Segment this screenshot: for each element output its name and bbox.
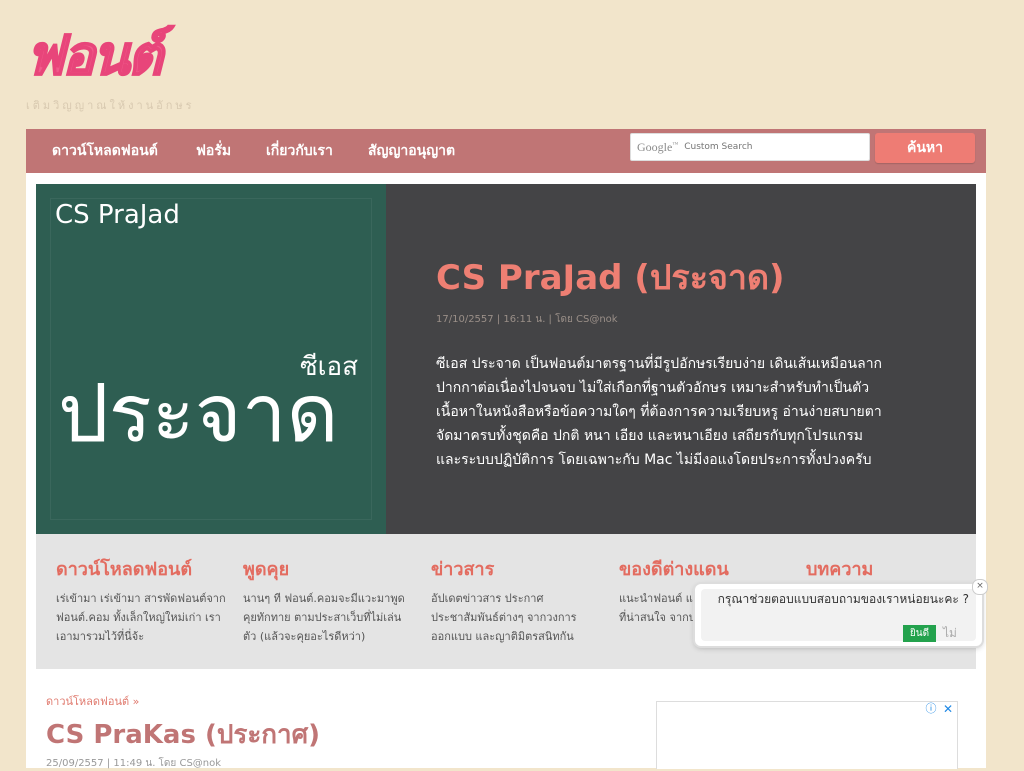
nav-download-fonts[interactable]: ดาวน์โหลดฟอนต์ [52, 129, 158, 173]
feature-download[interactable]: ดาวน์โหลดฟอนต์ เร่เข้ามา เร่เข้ามา สารพั… [56, 554, 226, 646]
feature-news[interactable]: ข่าวสาร อัปเดตข่าวสาร ประกาศประชาสัมพันธ… [431, 554, 601, 646]
feature-title[interactable]: ข่าวสาร [431, 554, 601, 583]
feature-text: อัปเดตข่าวสาร ประกาศประชาสัมพันธ์ต่างๆ จ… [431, 592, 577, 643]
close-icon[interactable]: × [972, 579, 988, 595]
featured-description: ซีเอส ประจาด เป็นฟอนต์มาตรฐานที่มีรูปอัก… [436, 356, 883, 468]
featured-slider[interactable]: CS PraJad ซีเอส ประจาด CS PraJad (ประจาด… [36, 184, 976, 534]
close-icon[interactable]: ✕ [940, 702, 956, 716]
post-title[interactable]: CS PraKas (ประกาศ) [46, 714, 320, 755]
nav-license[interactable]: สัญญาอนุญาต [368, 129, 455, 173]
featured-meta: 17/10/2557 | 16:11 น. | โดย CS@nok [436, 314, 618, 325]
image-font-thai-big: ประจาด [58, 367, 339, 460]
main-content: CS PraJad ซีเอส ประจาด CS PraJad (ประจาด… [26, 173, 986, 769]
post-meta: 25/09/2557 | 11:49 น. โดย CS@nok [46, 758, 222, 769]
feature-title[interactable]: พูดคุย [243, 554, 413, 583]
nav-forum[interactable]: ฟอรั่ม [196, 129, 231, 173]
logo-tagline: เติมวิญญาณให้งานอักษร [26, 99, 195, 112]
feature-text: เร่เข้ามา เร่เข้ามา สารพัดฟอนต์จากฟอนต์.… [56, 592, 226, 643]
main-navbar: ดาวน์โหลดฟอนต์ ฟอรั่ม เกี่ยวกับเรา สัญญา… [26, 129, 986, 173]
google-logo: Google™ [637, 139, 679, 154]
featured-font-image[interactable]: CS PraJad ซีเอส ประจาด [36, 184, 386, 534]
site-logo[interactable]: ฟอนต์ เติมวิญญาณให้งานอักษร [25, 23, 246, 114]
google-brand-text: Google [637, 139, 673, 154]
breadcrumb[interactable]: ดาวน์โหลดฟอนต์ » [46, 692, 139, 710]
nav-about-us[interactable]: เกี่ยวกับเรา [266, 129, 333, 173]
feature-title[interactable]: ดาวน์โหลดฟอนต์ [56, 554, 226, 583]
search-input[interactable] [682, 141, 857, 153]
image-font-name: CS PraJad [55, 200, 180, 230]
survey-yes-button[interactable]: ยินดี [903, 625, 936, 642]
survey-no-button[interactable]: ไม่ [943, 625, 963, 642]
logo-text: ฟอนต์ [25, 23, 164, 88]
ad-banner[interactable]: ⓘ ✕ [656, 701, 958, 769]
survey-popup: กรุณาช่วยตอบแบบสอบถามของเราหน่อยนะคะ ? ย… [695, 579, 988, 646]
survey-question: กรุณาช่วยตอบแบบสอบถามของเราหน่อยนะคะ ? [717, 592, 969, 606]
search-box[interactable]: Google™ [630, 133, 870, 161]
feature-title[interactable]: บทความ [806, 554, 976, 583]
feature-text: นานๆ ที ฟอนต์.คอมจะมีแวะมาพูดคุยทักทาย ต… [243, 592, 405, 643]
info-icon[interactable]: ⓘ [923, 702, 939, 716]
search-button[interactable]: ค้นหา [875, 133, 975, 163]
feature-chat[interactable]: พูดคุย นานๆ ที ฟอนต์.คอมจะมีแวะมาพูดคุยท… [243, 554, 413, 646]
feature-title[interactable]: ของดีต่างแดน [619, 554, 789, 583]
featured-title[interactable]: CS PraJad (ประจาด) [436, 250, 785, 304]
